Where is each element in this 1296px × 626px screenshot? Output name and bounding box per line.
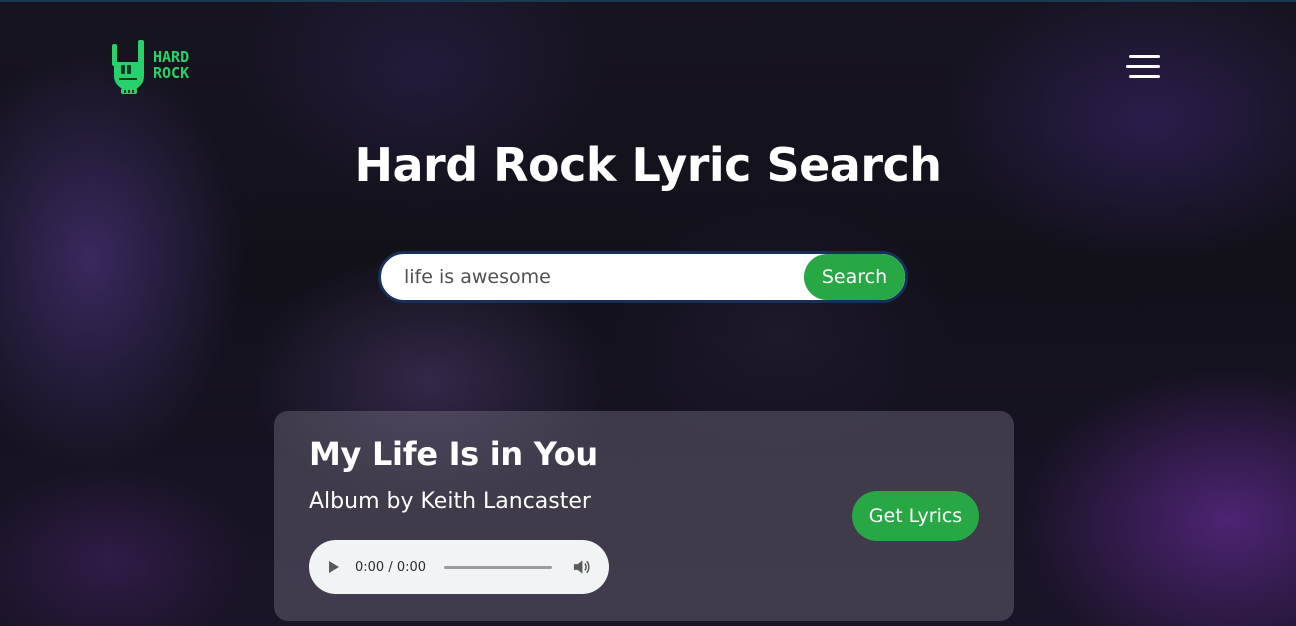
- audio-player[interactable]: 0:00 / 0:00: [309, 540, 609, 594]
- result-card: My Life Is in You Album by Keith Lancast…: [274, 411, 1014, 621]
- audio-time: 0:00 / 0:00: [355, 559, 427, 575]
- play-icon[interactable]: [329, 561, 339, 573]
- song-title: My Life Is in You: [309, 435, 598, 473]
- search-input[interactable]: [381, 254, 804, 300]
- logo[interactable]: HARD ROCK: [109, 38, 189, 100]
- audio-progress-bar[interactable]: [444, 565, 553, 569]
- top-border: [0, 0, 1296, 2]
- menu-line-3: [1129, 75, 1160, 78]
- menu-line-1: [1129, 55, 1160, 58]
- get-lyrics-button[interactable]: Get Lyrics: [852, 491, 979, 541]
- menu-line-2: [1126, 65, 1160, 68]
- logo-text: HARD ROCK: [153, 49, 189, 81]
- hamburger-menu-icon[interactable]: [1126, 55, 1160, 79]
- volume-icon[interactable]: [572, 558, 591, 576]
- page-title: Hard Rock Lyric Search: [354, 138, 942, 192]
- logo-line-2: ROCK: [153, 64, 190, 82]
- search-button[interactable]: Search: [804, 254, 905, 300]
- rock-hand-icon: [112, 40, 144, 94]
- logo-line-1: HARD: [153, 48, 190, 66]
- search-bar: Search: [378, 251, 908, 303]
- song-artist: Album by Keith Lancaster: [309, 489, 591, 514]
